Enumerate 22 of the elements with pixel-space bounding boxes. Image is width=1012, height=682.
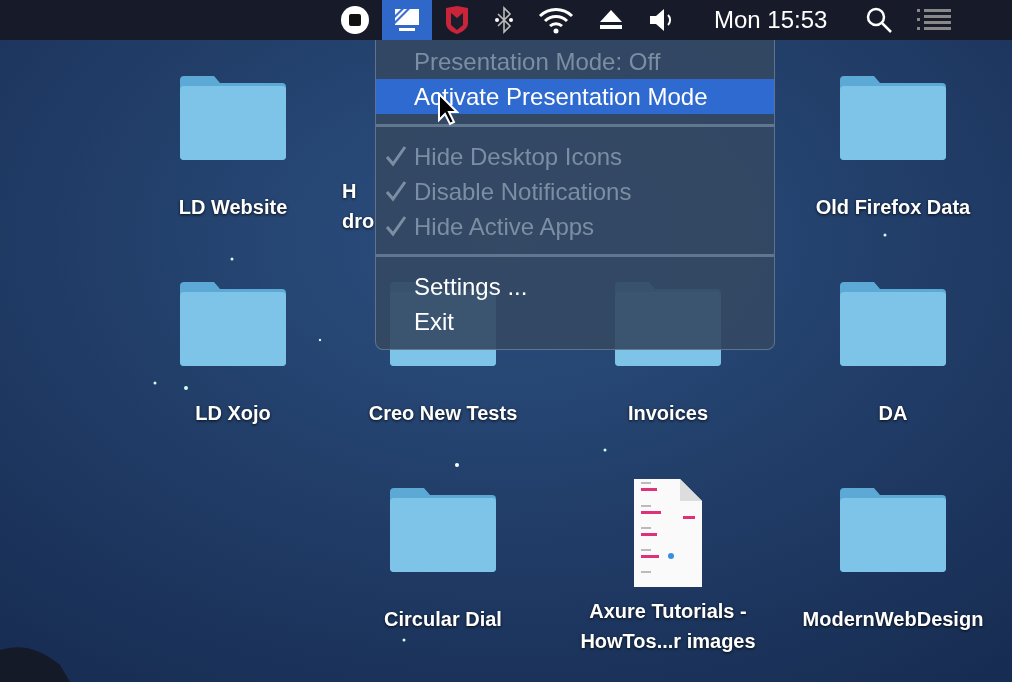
file-label: DA: [878, 401, 908, 426]
bluetooth-icon: [494, 6, 514, 34]
shield-icon: [444, 5, 470, 35]
screen-icon: [393, 7, 421, 33]
wifi-icon: [538, 6, 574, 34]
file-label: LD Xojo: [195, 401, 271, 426]
eject-icon: [598, 8, 624, 32]
stop-icon: [340, 5, 370, 35]
search-icon: [865, 6, 894, 34]
list-icon: [917, 8, 952, 32]
file-label: Invoices: [627, 401, 708, 426]
file-label: ModernWebDesign: [802, 607, 984, 632]
file-label: LD Website: [178, 195, 288, 220]
document-icon[interactable]: [633, 478, 703, 588]
file-label: H dro: [341, 179, 375, 234]
file-label: Axure Tutorials - HowTos...r images: [580, 599, 756, 654]
file-label: Circular Dial: [384, 607, 502, 632]
file-label: Old Firefox Data: [815, 195, 971, 220]
file-label: Creo New Tests: [368, 401, 518, 426]
menu-item[interactable]: Settings ...: [376, 269, 774, 304]
clock[interactable]: Mon 15:53: [688, 0, 854, 40]
menu-item[interactable]: Exit: [376, 304, 774, 339]
